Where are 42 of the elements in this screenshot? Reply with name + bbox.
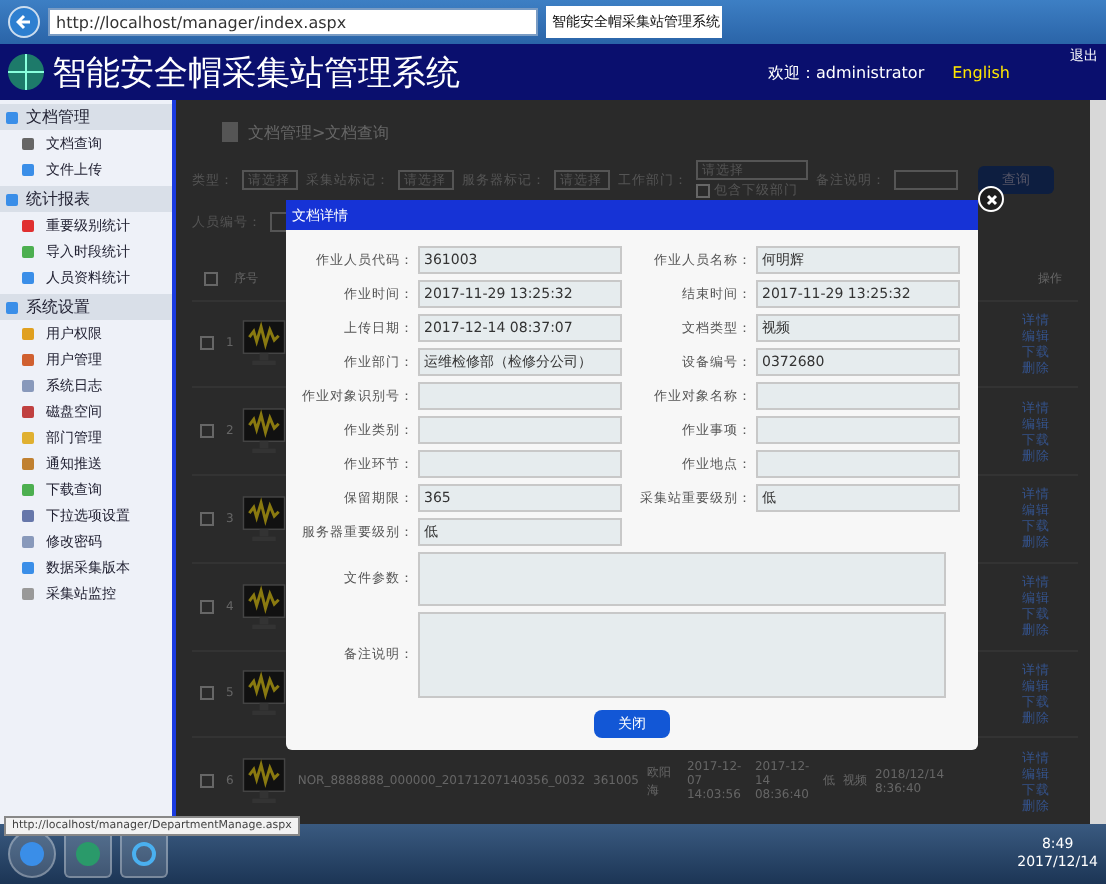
row-checkbox[interactable] [200, 774, 214, 789]
video-thumbnail [241, 668, 286, 719]
row-checkbox[interactable] [200, 511, 214, 526]
remark-field[interactable] [894, 170, 958, 191]
close-icon[interactable] [978, 186, 1004, 212]
read-only-field[interactable] [418, 612, 946, 698]
start-orb-icon [18, 840, 46, 868]
include-subdepartments-checkbox[interactable] [696, 184, 710, 199]
read-only-field[interactable] [756, 450, 960, 478]
video-thumbnail [241, 581, 286, 632]
row-checkbox[interactable] [200, 686, 214, 701]
read-only-field[interactable] [418, 382, 622, 410]
video-thumbnail [241, 756, 286, 807]
row-checkbox[interactable] [200, 336, 214, 351]
breadcrumb: 文档管理>文档查询 [248, 121, 390, 144]
address-bar[interactable]: http://localhost/manager/index.aspx [48, 8, 538, 36]
app-title: 智能安全帽采集站管理系统 [52, 51, 462, 95]
ring-icon [130, 840, 158, 868]
taskbar-app-button[interactable] [64, 830, 112, 878]
video-thumbnail [241, 493, 286, 544]
start-button[interactable] [8, 830, 56, 878]
read-only-field[interactable] [418, 416, 622, 444]
video-thumbnail [241, 406, 286, 457]
select-all-checkbox[interactable] [204, 272, 218, 287]
menu-group[interactable]: 统计报表 [0, 186, 172, 212]
document-icon [220, 120, 240, 145]
welcome-text: 欢迎：administrator [768, 61, 925, 83]
globe-logo-icon [6, 52, 46, 92]
back-arrow-icon [16, 14, 32, 30]
scrollbar[interactable] [1090, 100, 1106, 824]
language-link[interactable]: English [952, 63, 1010, 81]
read-only-field[interactable] [418, 450, 622, 478]
menu-group[interactable]: 文档管理 [0, 104, 172, 130]
read-only-field[interactable] [418, 552, 946, 606]
video-thumbnail [241, 318, 286, 369]
read-only-field[interactable] [756, 382, 960, 410]
back-button[interactable] [8, 6, 40, 38]
read-only-field[interactable] [756, 416, 960, 444]
row-checkbox[interactable] [200, 424, 214, 439]
menu-group[interactable]: 系统设置 [0, 294, 172, 320]
browser-taskbar-button[interactable] [120, 830, 168, 878]
row-checkbox[interactable] [200, 599, 214, 614]
